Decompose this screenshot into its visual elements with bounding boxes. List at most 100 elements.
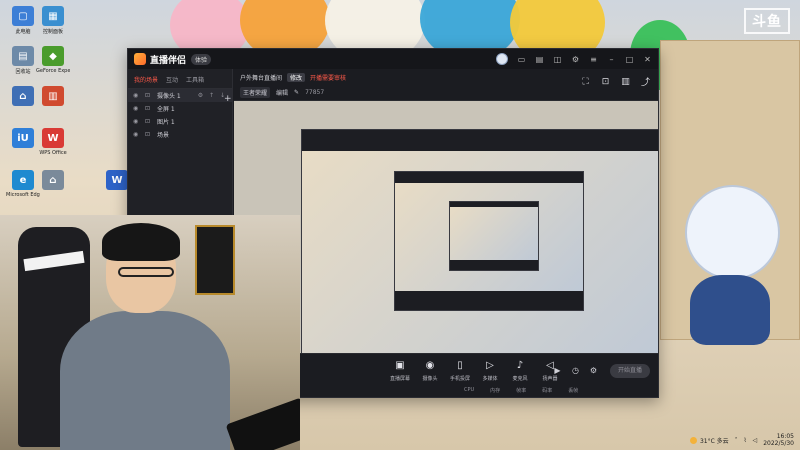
tool-button-label: 摄像头 (422, 376, 438, 382)
clock-icon[interactable]: ◷ (571, 366, 580, 375)
desktop-icon[interactable]: ⌂ (36, 170, 70, 192)
desktop-icon[interactable]: ▢ 此电脑 (6, 6, 40, 35)
desktop-icon[interactable]: ◆ GeForce Experience (36, 46, 70, 74)
eye-icon[interactable]: ◉ (133, 131, 141, 138)
lock-icon[interactable]: ⊡ (145, 118, 153, 125)
trash-icon[interactable]: ▥ (621, 77, 630, 87)
clock-time: 16:05 (776, 433, 794, 440)
desktop-icon-label: 回收站 (15, 69, 31, 75)
keyboard (225, 397, 300, 450)
desktop-icon-glyph: ▢ (12, 6, 34, 26)
taskbar-tray: 31°C 多云 ˄ ⌇ ◁ 16:05 2022/5/30 (640, 430, 800, 450)
media-icon: ▷ (486, 360, 494, 371)
desktop-icon-glyph: ▦ (42, 6, 64, 26)
tool-button-label: 多媒体 (482, 376, 498, 382)
settings-icon[interactable]: ⚙ (571, 55, 580, 64)
desktop-icon-glyph: ◆ (42, 46, 64, 66)
status-item: 帧率 (516, 388, 527, 394)
status-strip: CPU 内存 帧率 码率 丢帧 (464, 387, 578, 394)
close-icon[interactable]: ✕ (643, 55, 652, 64)
pencil-icon[interactable]: ✎ (294, 89, 299, 96)
eye-icon[interactable]: ◉ (133, 105, 141, 112)
bag-icon[interactable]: ▤ (535, 55, 544, 64)
mic-icon: ♪ (516, 360, 524, 371)
source-name: 摄像头 1 (157, 93, 181, 100)
tab-scene-1[interactable]: 互动 (166, 75, 178, 84)
gear-icon[interactable]: ⚙ (589, 366, 598, 375)
tool-button-0[interactable]: ▣ 直播屏幕 (389, 360, 411, 382)
tool-button-4[interactable]: ♪ 麦克风 (509, 360, 531, 382)
clock-date: 2022/5/30 (763, 440, 794, 447)
desktop-icon[interactable]: ▤ 回收站 (6, 46, 40, 75)
lock-icon[interactable]: ⊡ (601, 77, 610, 87)
desktop-icon-label: GeForce Experience (36, 68, 70, 74)
room-edit-tag[interactable]: 修改 (287, 73, 306, 82)
source-row[interactable]: ◉ ⊡ 场景 (128, 128, 232, 141)
watermark-logo: 斗鱼 (744, 8, 790, 34)
go-live-button[interactable]: 开始直播 (610, 364, 650, 378)
tab-scene-2[interactable]: 工具箱 (186, 75, 204, 84)
desktop-icon[interactable]: W WPS Office (36, 128, 70, 156)
fullscreen-icon[interactable]: ⛶ (581, 77, 590, 87)
desktop-icon[interactable]: iU (6, 128, 40, 150)
webcam-overlay (0, 215, 300, 450)
titlebar-controls: ▭ ▤ ◫ ⚙ ≡ – □ ✕ (496, 53, 652, 65)
source-name: 全屏 1 (157, 106, 175, 113)
maximize-icon[interactable]: □ (625, 55, 634, 64)
source-row[interactable]: ◉ ⊡ 全屏 1 (128, 102, 232, 115)
tool-button-3[interactable]: ▷ 多媒体 (479, 360, 501, 382)
app-logo-icon (134, 53, 146, 65)
source-tools-icon[interactable]: ⚙ ↑ ↓ (198, 92, 227, 99)
lock-icon[interactable]: ⊡ (145, 131, 153, 138)
tab-scene-0[interactable]: 我的场景 (134, 75, 158, 84)
category-tag[interactable]: 王者荣耀 (240, 87, 271, 98)
version-badge[interactable]: 体验 (191, 53, 212, 65)
desktop-icon-glyph: ▤ (12, 46, 34, 66)
eye-icon[interactable]: ◉ (133, 118, 141, 125)
desktop-icon-label: 此电脑 (15, 29, 31, 35)
eye-icon[interactable]: ◉ (133, 92, 141, 99)
tool-button-1[interactable]: ◉ 摄像头 (419, 360, 441, 382)
app-title: 直播伴侣 (150, 55, 187, 66)
nested-preview-window (449, 201, 539, 271)
share-icon[interactable]: ⤴ (641, 77, 650, 88)
tool-button-2[interactable]: ▯ 手机投屏 (449, 360, 471, 382)
avatar[interactable] (496, 53, 508, 65)
status-item: 丢帧 (568, 388, 579, 394)
volume-icon[interactable]: ◁ (753, 437, 758, 444)
message-icon[interactable]: ▭ (517, 55, 526, 64)
desktop-icon-glyph: e (12, 170, 34, 190)
scene-tabs: 我的场景 互动 工具箱 (128, 69, 232, 89)
figure-body-decoration (690, 275, 770, 345)
lock-icon[interactable]: ⊡ (145, 92, 153, 99)
streamer-body (60, 311, 230, 450)
category-edit-link[interactable]: 编辑 (276, 88, 288, 97)
status-item: CPU (464, 387, 475, 393)
tool-buttons: ▣ 直播屏幕 ◉ 摄像头 ▯ 手机投屏 ▷ 多媒体 ♪ 麦克风 ◁ 扬声器 (389, 360, 561, 382)
desktop-icon[interactable]: e Microsoft Edge (6, 170, 40, 198)
clock[interactable]: 16:05 2022/5/30 (763, 433, 794, 447)
weather-widget[interactable]: 31°C 多云 (689, 436, 729, 445)
minimize-icon[interactable]: – (607, 55, 616, 64)
chevron-up-icon[interactable]: ˄ (735, 437, 738, 444)
desktop-icon-glyph: W (106, 170, 128, 190)
desktop-icon[interactable]: ▦ 控制面板 (36, 6, 70, 35)
desktop-icon-glyph: ⌂ (12, 86, 34, 106)
source-row[interactable]: ◉ ⊡ 图片 1 (128, 115, 232, 128)
gift-icon[interactable]: ◫ (553, 55, 562, 64)
figure-head-decoration (685, 185, 780, 280)
source-row[interactable]: ◉ ⊡ 摄像头 1 ⚙ ↑ ↓ (128, 89, 232, 102)
desktop-icon-label: 控制面板 (42, 29, 63, 35)
source-list: ◉ ⊡ 摄像头 1 ⚙ ↑ ↓ ◉ ⊡ 全屏 1 ◉ ⊡ 图片 1 ◉ ⊡ 场景 (128, 89, 232, 141)
viewer-count: 77857 (305, 89, 325, 96)
desktop-icon[interactable]: ⌂ (6, 86, 40, 108)
desktop-icon[interactable]: ▥ (36, 86, 70, 108)
menu-icon[interactable]: ≡ (589, 55, 598, 64)
network-icon[interactable]: ⌇ (744, 437, 747, 444)
add-scene-button[interactable]: + (224, 95, 232, 104)
tool-button-label: 麦克风 (512, 376, 528, 382)
record-icon[interactable]: ▶ (553, 366, 562, 375)
streamer-glasses (118, 267, 174, 277)
room-title[interactable]: 户外舞台直播间 (240, 73, 282, 82)
lock-icon[interactable]: ⊡ (145, 105, 153, 112)
